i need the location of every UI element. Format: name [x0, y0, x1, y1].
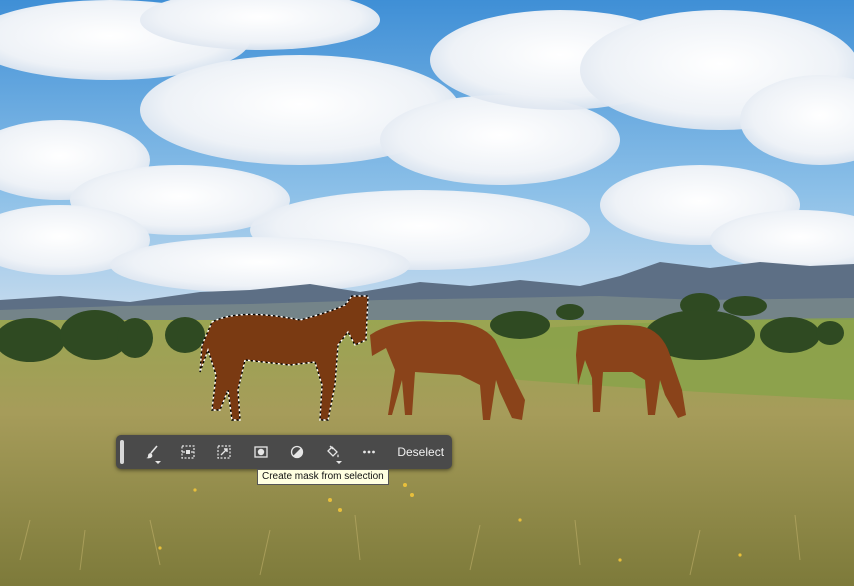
fill-button[interactable] — [315, 437, 351, 467]
adjustment-button[interactable] — [279, 437, 315, 467]
transform-selection-button[interactable] — [206, 437, 242, 467]
more-icon — [363, 450, 376, 454]
mask-icon — [253, 446, 268, 458]
brush-icon — [145, 445, 158, 459]
transform-selection-icon — [217, 445, 231, 459]
paint-bucket-icon — [327, 445, 339, 458]
more-options-button[interactable] — [351, 437, 387, 467]
deselect-button[interactable]: Deselect — [389, 437, 452, 467]
submenu-indicator — [336, 461, 343, 464]
document-canvas[interactable]: Deselect Create mask from selection — [0, 0, 854, 586]
submenu-indicator — [155, 461, 162, 464]
create-mask-button[interactable] — [242, 437, 278, 467]
half-circle-icon — [290, 445, 303, 459]
drag-handle[interactable] — [120, 440, 124, 464]
contextual-task-bar: Deselect — [116, 435, 452, 469]
modify-selection-button[interactable] — [170, 437, 206, 467]
brush-tool-button[interactable] — [134, 437, 170, 467]
tooltip: Create mask from selection — [257, 469, 389, 485]
modify-selection-icon — [181, 445, 195, 459]
canvas-image — [0, 0, 854, 586]
